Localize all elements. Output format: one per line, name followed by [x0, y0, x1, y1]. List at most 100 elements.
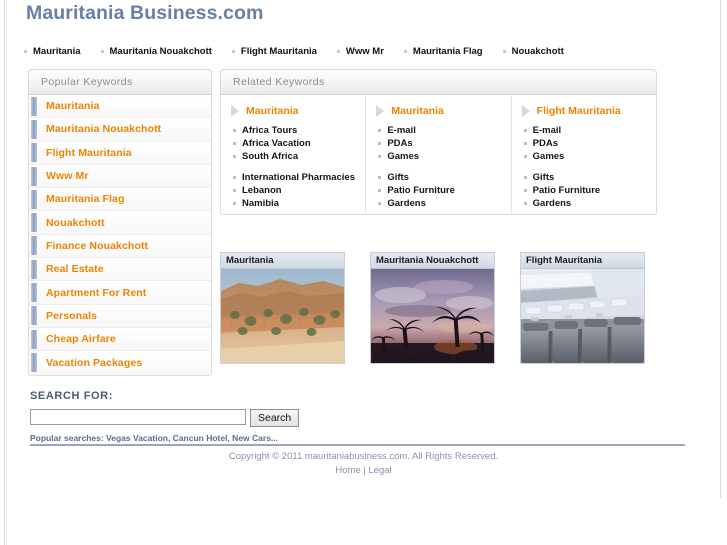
image-card-row: Mauritania Mauritania Nouakchott Flight Ma… [220, 252, 657, 367]
footer-home-link[interactable]: Home [335, 465, 360, 476]
related-keyword-label: Patio Furniture [532, 184, 601, 196]
nav-item-label: Mauritania [33, 45, 81, 57]
search-button[interactable]: Search [250, 409, 300, 427]
square-bullet-icon [523, 142, 527, 146]
footer-legal-link[interactable]: Legal [368, 465, 391, 476]
sidebar-item-0[interactable]: Mauritania [29, 95, 211, 119]
nav-item-label: Nouakchott [511, 45, 564, 57]
square-bullet-icon [523, 201, 527, 205]
search-input[interactable] [30, 409, 246, 425]
related-group1: E-mail PDAs Games [376, 125, 510, 163]
square-bullet-icon [378, 201, 382, 205]
nav-item-2[interactable]: Flight Mauritania [231, 46, 317, 57]
sidebar-item-1[interactable]: Mauritania Nouakchott [29, 118, 211, 142]
sidebar-item-2[interactable]: Flight Mauritania [29, 141, 211, 165]
square-bullet-icon [378, 155, 382, 159]
related-keyword-item[interactable]: Gifts [522, 172, 656, 184]
sidebar-bullet-icon [31, 143, 38, 163]
square-bullet-icon [523, 155, 527, 159]
sidebar-bullet-icon [31, 353, 38, 373]
related-keyword-item[interactable]: E-mail [522, 125, 656, 137]
related-keyword-item[interactable]: Games [376, 151, 510, 163]
related-keyword-item[interactable]: Africa Tours [231, 125, 365, 137]
related-column-title: Mauritania [246, 105, 299, 117]
nav-item-3[interactable]: Www Mr [336, 45, 384, 57]
image-card-header: Mauritania [221, 253, 344, 269]
related-keyword-label: Gifts [387, 171, 409, 183]
related-keyword-item[interactable]: Gardens [376, 198, 510, 210]
page-root: Mauritania Business.com Mauritania Maurit… [0, 0, 727, 545]
triangle-right-icon [231, 105, 239, 117]
related-keyword-label: Gardens [532, 197, 572, 209]
related-keyword-label: Gifts [532, 171, 555, 183]
related-group2: Gifts Patio Furniture Gardens [522, 172, 656, 210]
triangle-right-icon [521, 105, 530, 117]
related-keywords-columns: Mauritania Africa Tours Africa Vacation Sou… [220, 95, 657, 215]
related-keyword-label: PDAs [387, 138, 413, 150]
popular-searches-text[interactable]: Popular searches: Vegas Vacation, Cancun… [30, 433, 299, 443]
search-label: SEARCH FOR: [30, 390, 113, 402]
related-column-header[interactable]: Flight Mauritania [521, 105, 656, 117]
nav-item-5[interactable]: Nouakchott [502, 45, 564, 57]
sidebar-item-3[interactable]: Www Mr [29, 164, 211, 189]
related-column-0: Mauritania Africa Tours Africa Vacation Sou… [221, 95, 367, 214]
nav-item-1[interactable]: Mauritania Nouakchott [100, 45, 212, 57]
related-keyword-label: Gardens [387, 197, 426, 209]
related-keyword-item[interactable]: Africa Vacation [231, 138, 365, 150]
related-keyword-label: PDAs [532, 138, 558, 150]
related-keyword-item[interactable]: Patio Furniture [522, 185, 656, 197]
sidebar-item-label: Nouakchott [46, 216, 105, 229]
square-bullet-icon [378, 188, 382, 192]
related-keywords-panel: Related Keywords Mauritania Africa Tours A… [220, 69, 657, 215]
sidebar-item-9[interactable]: Personals [29, 304, 211, 328]
sidebar-item-label: Www Mr [46, 170, 89, 183]
sidebar-bullet-icon [31, 166, 38, 186]
image-card-1[interactable]: Mauritania Nouakchott [370, 252, 495, 364]
nav-bullet-icon [336, 49, 340, 53]
sidebar-item-11[interactable]: Vacation Packages [29, 351, 211, 375]
sidebar-item-10[interactable]: Cheap Airfare [29, 327, 211, 352]
related-keyword-label: Patio Furniture [387, 184, 455, 196]
sidebar-item-label: Finance Nouakchott [46, 239, 149, 252]
nav-item-4[interactable]: Mauritania Flag [403, 46, 483, 57]
related-keyword-item[interactable]: PDAs [376, 138, 510, 150]
related-keyword-label: E-mail [387, 125, 416, 137]
nav-item-0[interactable]: Mauritania [24, 46, 81, 57]
triangle-right-icon [376, 105, 385, 117]
nav-bullet-icon [100, 49, 104, 53]
related-keyword-item[interactable]: South Africa [231, 151, 365, 163]
related-keyword-item[interactable]: Patio Furniture [376, 185, 510, 197]
popular-keywords-header-label: Popular Keywords [41, 76, 133, 88]
related-keyword-item[interactable]: Games [522, 151, 656, 163]
related-keyword-item[interactable]: PDAs [522, 138, 656, 150]
related-group2: Gifts Patio Furniture Gardens [376, 172, 510, 210]
related-keyword-item[interactable]: Lebanon [231, 185, 365, 197]
related-keywords-header: Related Keywords [220, 69, 657, 95]
related-keyword-item[interactable]: Gardens [522, 198, 656, 210]
sidebar-item-8[interactable]: Apartment For Rent [29, 281, 211, 305]
related-keyword-label: Namibia [242, 197, 279, 209]
site-title: Mauritania Business.com [26, 2, 264, 24]
sidebar-bullet-icon [31, 96, 38, 116]
footer-copyright: Copyright © 2011 mauritaniabusiness.com.… [228, 451, 499, 462]
related-column-header[interactable]: Mauritania [376, 105, 510, 117]
related-column-title: Mauritania [391, 105, 444, 117]
related-keyword-label: Africa Vacation [242, 138, 311, 150]
related-keyword-item[interactable]: Namibia [231, 198, 365, 210]
image-card-0[interactable]: Mauritania [220, 252, 345, 364]
sidebar-item-7[interactable]: Real Estate [29, 258, 211, 282]
nav-item-label: Mauritania Nouakchott [109, 45, 212, 57]
sidebar-item-4[interactable]: Mauritania Flag [29, 188, 211, 212]
sidebar-item-label: Personals [46, 309, 98, 322]
image-card-2[interactable]: Flight Mauritania [520, 252, 645, 364]
related-keyword-item[interactable]: Gifts [376, 172, 510, 184]
related-keyword-item[interactable]: International Pharmacies [231, 172, 365, 184]
sidebar-item-6[interactable]: Finance Nouakchott [29, 234, 211, 259]
sidebar-item-5[interactable]: Nouakchott [29, 211, 211, 235]
nav-item-label: Www Mr [345, 45, 384, 57]
footer-divider [30, 444, 685, 446]
related-keyword-item[interactable]: E-mail [376, 125, 510, 137]
related-keyword-label: Lebanon [242, 184, 282, 196]
sidebar-bullet-icon [31, 119, 38, 139]
related-column-header[interactable]: Mauritania [231, 105, 365, 117]
